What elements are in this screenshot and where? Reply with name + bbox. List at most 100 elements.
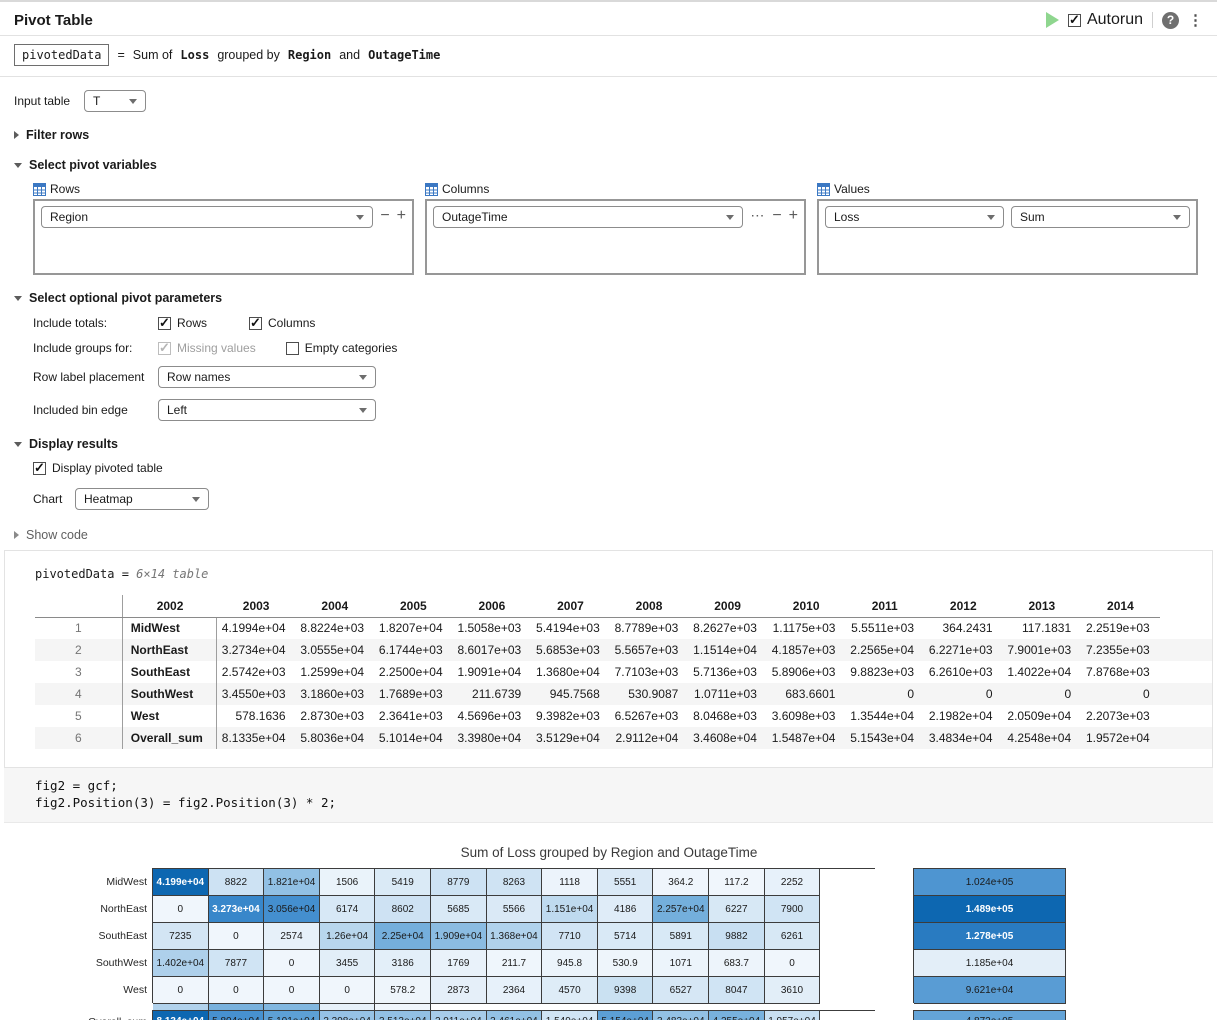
table-cell: 0 bbox=[845, 683, 924, 705]
values-variable-dropdown[interactable]: Loss bbox=[825, 206, 1004, 228]
kebab-menu-icon[interactable]: ⋮ bbox=[1188, 13, 1203, 28]
table-cell: 530.9087 bbox=[610, 683, 689, 705]
table-cell: 1.3544e+04 bbox=[845, 705, 924, 727]
heatmap-cell: 1.402e+04 bbox=[153, 950, 209, 977]
chart-label: Chart bbox=[33, 492, 75, 506]
display-pivoted-table-checkbox-box[interactable] bbox=[33, 462, 46, 475]
heatmap-cell: 2574 bbox=[264, 923, 320, 950]
run-icon[interactable] bbox=[1046, 12, 1059, 28]
show-code-toggle[interactable]: Show code bbox=[14, 528, 1203, 542]
pivoted-data-table: 2002200320042005200620072008200920102011… bbox=[35, 595, 1212, 749]
table-row: 6Overall_sum8.1335e+045.8036e+045.1014e+… bbox=[35, 727, 1212, 749]
table-cell: 2.0509e+04 bbox=[1003, 705, 1082, 727]
heatmap-cell: 2252 bbox=[765, 869, 821, 896]
table-cell: 3.5129e+04 bbox=[531, 727, 610, 749]
heatmap-cell: 0 bbox=[320, 977, 376, 1004]
empty-categories-checkbox-box[interactable] bbox=[286, 342, 299, 355]
table-cell: 3.4834e+04 bbox=[924, 727, 1003, 749]
code-block[interactable]: fig2 = gcf;fig2.Position(3) = fig2.Posit… bbox=[4, 767, 1213, 823]
output-variable-prefix: pivotedData = bbox=[35, 567, 136, 581]
table-cell: 2.5742e+03 bbox=[217, 661, 296, 683]
heatmap-cell: 8047 bbox=[709, 977, 765, 1004]
totals-rows-checkbox-box[interactable] bbox=[158, 317, 171, 330]
section-select-pivot-variables[interactable]: Select pivot variables bbox=[14, 158, 1203, 172]
table-cell: 7.7103e+03 bbox=[610, 661, 689, 683]
heatmap-cell: 2873 bbox=[431, 977, 487, 1004]
heatmap-cell: 0 bbox=[264, 950, 320, 977]
table-cell: 3.0555e+04 bbox=[296, 639, 375, 661]
row-number: 6 bbox=[35, 727, 122, 749]
equals-sign: = bbox=[117, 48, 124, 62]
chart-title: Sum of Loss grouped by Region and Outage… bbox=[152, 845, 1066, 860]
heatmap-cell: 6527 bbox=[653, 977, 709, 1004]
display-pivoted-table-checkbox[interactable]: Display pivoted table bbox=[33, 461, 163, 475]
totals-columns-checkbox-box[interactable] bbox=[249, 317, 262, 330]
input-table-dropdown[interactable]: T bbox=[84, 90, 146, 112]
table-cell: 3.3980e+04 bbox=[453, 727, 532, 749]
heatmap-cell: 3.398e+04 bbox=[320, 1011, 376, 1020]
input-table-label: Input table bbox=[14, 94, 70, 108]
section-optional-params[interactable]: Select optional pivot parameters bbox=[14, 291, 1203, 305]
optional-params-label: Select optional pivot parameters bbox=[29, 291, 222, 305]
totals-rows-checkbox[interactable]: Rows bbox=[158, 316, 207, 330]
bin-edge-dropdown[interactable]: Left bbox=[158, 399, 376, 421]
rows-variable-dropdown[interactable]: Region bbox=[41, 206, 373, 228]
help-icon[interactable]: ? bbox=[1162, 12, 1179, 29]
heatmap-cell: 1.821e+04 bbox=[264, 869, 320, 896]
heatmap-cell: 0 bbox=[765, 950, 821, 977]
heatmap-cell: 7710 bbox=[542, 923, 598, 950]
table-column-header: 2009 bbox=[688, 595, 767, 617]
heatmap-cell: 1.549e+04 bbox=[542, 1011, 598, 1020]
totals-columns-checkbox[interactable]: Columns bbox=[249, 316, 315, 330]
rows-panel: Rows Region − + bbox=[33, 182, 414, 275]
columns-panel-title: Columns bbox=[442, 182, 489, 196]
add-column-button[interactable]: + bbox=[789, 206, 798, 226]
heatmap-cell: 1.151e+04 bbox=[542, 896, 598, 923]
table-cell: 5.8906e+03 bbox=[767, 661, 846, 683]
chart-type-dropdown[interactable]: Heatmap bbox=[75, 488, 209, 510]
empty-categories-checkbox[interactable]: Empty categories bbox=[286, 341, 398, 355]
heatmap-cell: 4570 bbox=[542, 977, 598, 1004]
table-cell: 578.1636 bbox=[217, 705, 296, 727]
select-pivot-label: Select pivot variables bbox=[29, 158, 157, 172]
summary-sum-prefix: Sum of bbox=[133, 48, 173, 62]
table-cell: 683.6601 bbox=[767, 683, 846, 705]
table-cell: 4.1994e+04 bbox=[217, 617, 296, 639]
remove-row-button[interactable]: − bbox=[380, 206, 389, 226]
section-filter-rows[interactable]: Filter rows bbox=[14, 128, 1203, 142]
table-cell: 5.6853e+03 bbox=[531, 639, 610, 661]
heatmap-cell: 3.513e+04 bbox=[375, 1011, 431, 1020]
table-cell: 5.4194e+03 bbox=[531, 617, 610, 639]
heatmap-cell: 7900 bbox=[765, 896, 821, 923]
row-name: MidWest bbox=[122, 617, 216, 639]
output-variable-box[interactable]: pivotedData bbox=[14, 44, 109, 66]
table-cell: 1.9572e+04 bbox=[1081, 727, 1160, 749]
section-display-results[interactable]: Display results bbox=[14, 437, 1203, 451]
table-icon bbox=[33, 183, 46, 196]
heatmap-cell: 1.278e+05 bbox=[914, 923, 1066, 950]
table-cell: 1.5058e+03 bbox=[453, 617, 532, 639]
pivot-table-task: Pivot Table Autorun ? ⋮ pivotedData = Su… bbox=[0, 0, 1217, 542]
heatmap-cell: 5.154e+04 bbox=[598, 1011, 654, 1020]
heatmap-cell: 3610 bbox=[765, 977, 821, 1004]
heatmap-cell: 1.957e+04 bbox=[765, 1011, 821, 1020]
autorun-checkbox[interactable]: Autorun bbox=[1068, 11, 1143, 29]
expanded-arrow-icon bbox=[14, 442, 22, 447]
row-name: West bbox=[122, 705, 216, 727]
row-label-placement-dropdown[interactable]: Row names bbox=[158, 366, 376, 388]
display-results-label: Display results bbox=[29, 437, 118, 451]
autorun-checkbox-box[interactable] bbox=[1068, 14, 1081, 27]
summary-and: and bbox=[339, 48, 360, 62]
heatmap-overall-total: 4.872e+05 bbox=[913, 1010, 1066, 1020]
table-cell: 5.8036e+04 bbox=[296, 727, 375, 749]
add-row-button[interactable]: + bbox=[397, 206, 406, 226]
columns-variable-dropdown[interactable]: OutageTime bbox=[433, 206, 743, 228]
more-options-icon[interactable]: ⋯ bbox=[750, 206, 765, 224]
row-name: NorthEast bbox=[122, 639, 216, 661]
remove-column-button[interactable]: − bbox=[772, 206, 781, 226]
table-cell: 2.3641e+03 bbox=[374, 705, 453, 727]
heatmap-cell: 7877 bbox=[209, 950, 265, 977]
heatmap-cell: 3.483e+04 bbox=[653, 1011, 709, 1020]
aggregation-dropdown[interactable]: Sum bbox=[1011, 206, 1190, 228]
table-cell: 8.2627e+03 bbox=[688, 617, 767, 639]
